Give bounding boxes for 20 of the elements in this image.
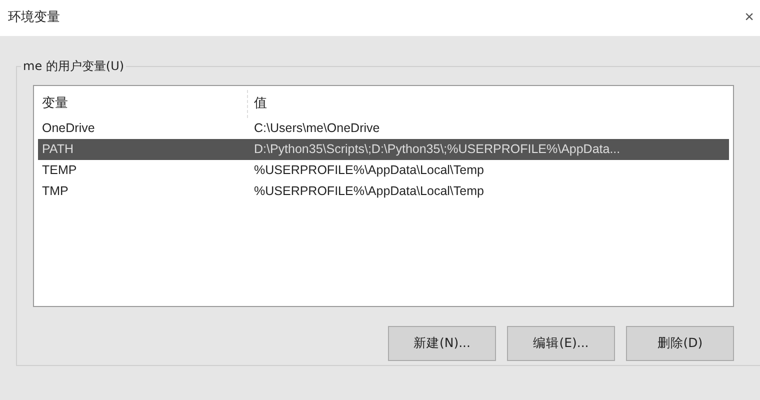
table-cell-text: PATH xyxy=(41,141,74,158)
dialog-button[interactable]: 编辑(E)... xyxy=(507,326,615,361)
table-row[interactable]: TMP %USERPROFILE%\AppData\Local\Temp xyxy=(38,181,729,202)
group-label: me 的用户变量(U) xyxy=(21,57,126,75)
table-cell-text: D:\Python35\Scripts\;D:\Python35\;%USERPROFILE%\AppData... xyxy=(253,141,620,158)
table-cell-text: OneDrive xyxy=(41,120,96,138)
table-row[interactable]: OneDrive C:\Users\me\OneDrive xyxy=(38,118,729,139)
column-header[interactable]: 值 xyxy=(248,94,733,114)
table-cell-text: %USERPROFILE%\AppData\Local\Temp xyxy=(253,162,484,180)
table-row[interactable]: PATH D:\Python35\Scripts\;D:\Python35\;%USERPROFILE%\AppData... xyxy=(38,139,729,160)
table-cell-text: %USERPROFILE%\AppData\Local\Temp xyxy=(253,183,484,200)
dialog-button[interactable]: 新建(N)... xyxy=(388,326,496,361)
table-cell-text: TMP xyxy=(41,183,70,200)
close-button[interactable]: × xyxy=(742,6,756,30)
table-cell-text: C:\Users\me\OneDrive xyxy=(253,120,380,138)
table-cell-text: TEMP xyxy=(41,162,78,180)
window-title: 环境变量 xyxy=(8,9,60,28)
column-header[interactable]: 变量 xyxy=(34,90,248,118)
dialog-button[interactable]: 删除(D) xyxy=(626,326,734,361)
table-row[interactable]: TEMP %USERPROFILE%\AppData\Local\Temp xyxy=(38,160,729,181)
